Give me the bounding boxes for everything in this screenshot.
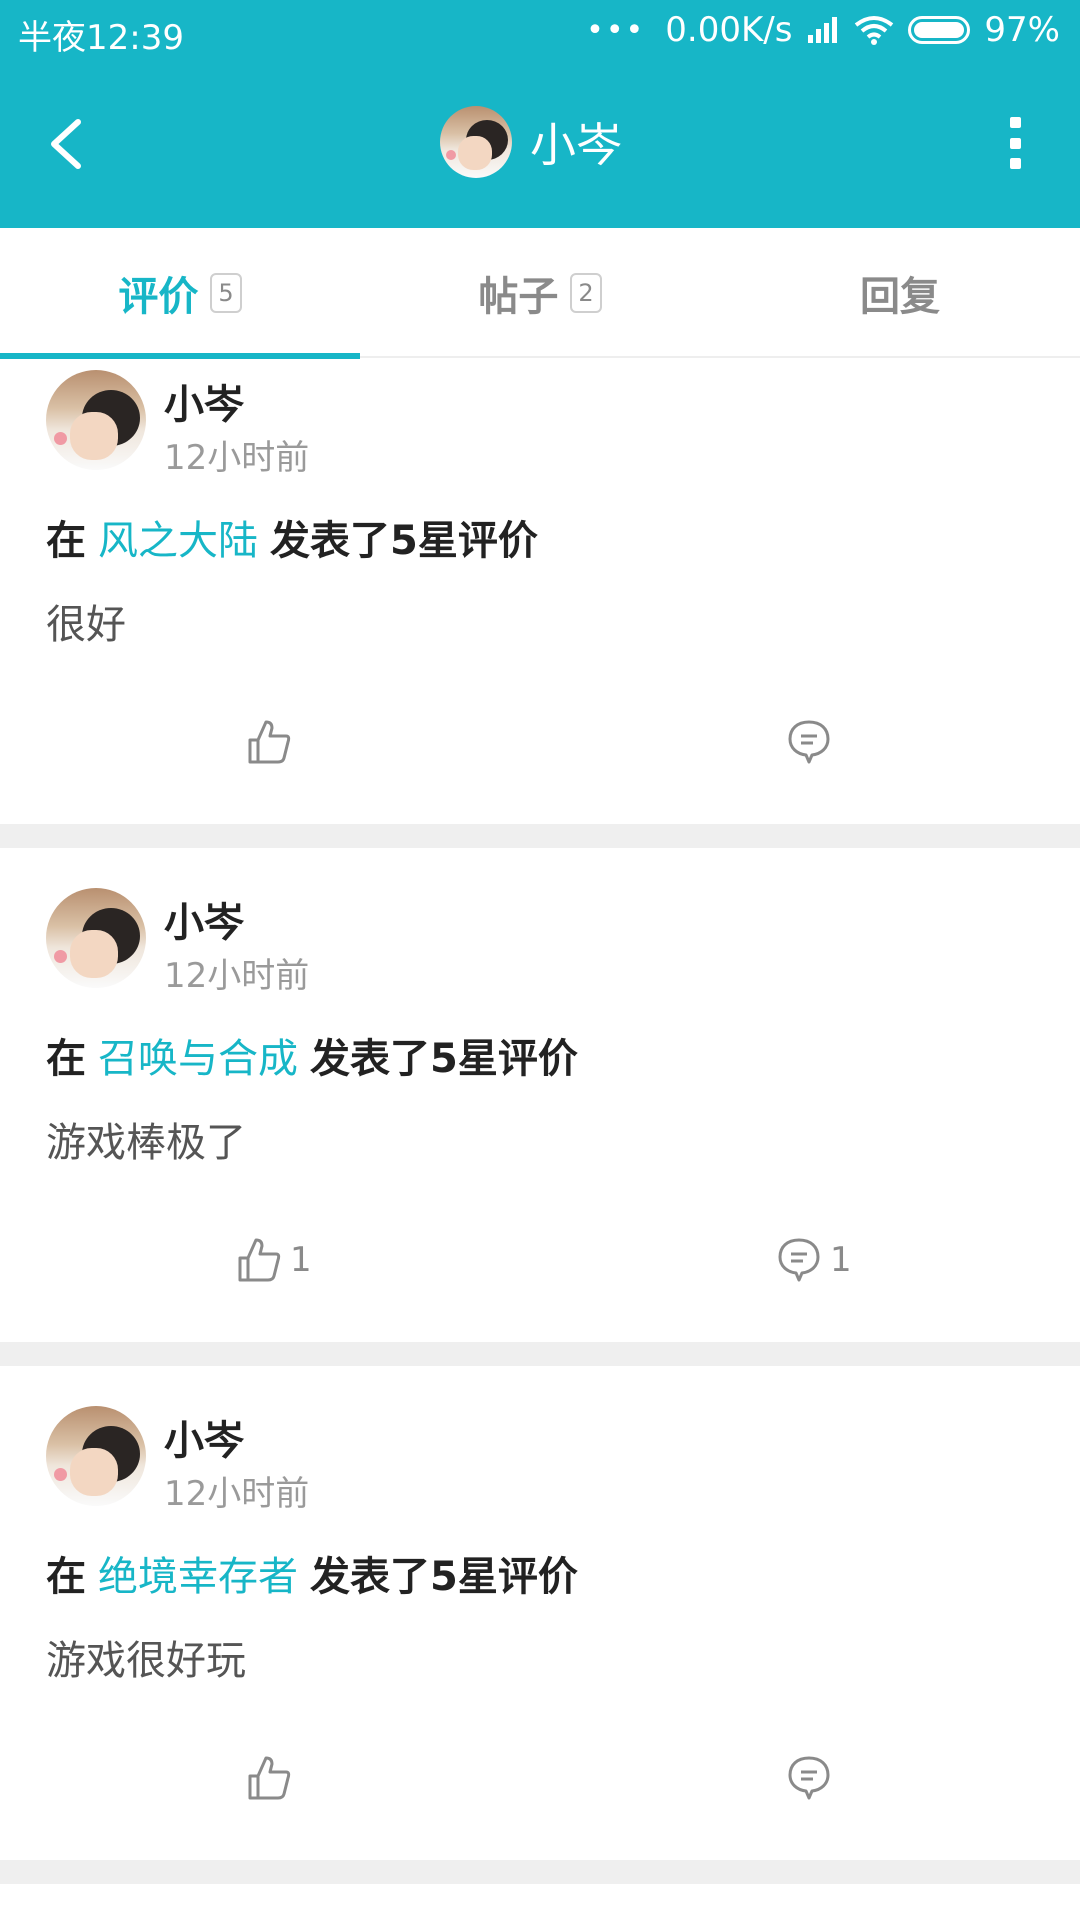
game-link[interactable]: 召唤与合成 [98,1036,298,1082]
battery-level: 97% [984,10,1060,50]
thumbs-up-icon [238,1238,281,1282]
comment-icon [778,1238,820,1282]
active-tab-indicator [0,353,360,359]
card-divider [0,1860,1080,1884]
review-user-name[interactable]: 小岑 [164,890,244,948]
tab-posts[interactable]: 帖子 2 [360,228,720,358]
thumbs-up-icon [248,1756,291,1800]
game-link[interactable]: 风之大陆 [98,518,258,564]
tab-label: 评价 [118,274,199,320]
review-prefix: 在 [46,518,86,564]
review-body: 游戏棒极了 [46,1120,246,1166]
card-divider [0,1342,1080,1366]
review-prefix: 在 [46,1554,86,1600]
more-vertical-icon[interactable] [1000,117,1030,169]
tab-bar: 评价 5 帖子 2 回复 [0,228,1080,358]
signal-icon [808,17,838,43]
comment-button[interactable]: 1 [776,1236,852,1284]
review-time: 12小时前 [164,438,310,478]
tab-label: 帖子 [478,274,559,320]
avatar[interactable] [46,1406,146,1506]
review-user-name[interactable]: 小岑 [164,1408,244,1466]
comment-icon [788,1756,830,1800]
review-card: 小岑 12小时前 在召唤与合成 发表了5星评价 游戏棒极了 1 1 [0,848,1080,1342]
tab-replies[interactable]: 回复 [720,228,1080,358]
thumbs-up-icon [248,720,291,764]
review-user-name[interactable]: 小岑 [164,372,244,430]
review-title: 在绝境幸存者 发表了5星评价 [46,1544,578,1602]
status-bar: 半夜12:39 ••• 0.00K/s 97% [0,0,1080,62]
battery-icon [908,16,971,44]
review-suffix: 发表了5星评价 [310,1036,578,1082]
more-notifications-icon: ••• [586,12,646,48]
review-body: 很好 [46,602,126,648]
review-suffix: 发表了5星评价 [270,518,538,564]
comment-icon [788,720,830,764]
like-button[interactable] [246,718,300,766]
avatar[interactable] [46,370,146,470]
status-icons: ••• 0.00K/s 97% [586,10,1060,50]
review-card: 小岑 12小时前 在风之大陆 发表了5星评价 很好 [0,360,1080,824]
wifi-icon [855,16,894,45]
nav-user: 小岑 [440,106,622,178]
app-header: 半夜12:39 ••• 0.00K/s 97% 小岑 [0,0,1080,228]
like-button[interactable] [246,1754,300,1802]
avatar[interactable] [46,888,146,988]
tab-reviews[interactable]: 评价 5 [0,228,360,358]
like-count: 1 [290,1240,312,1280]
avatar[interactable] [440,106,512,178]
like-button[interactable]: 1 [236,1236,312,1284]
review-feed: 小岑 12小时前 在风之大陆 发表了5星评价 很好 小岑 12小时前 在 召唤与… [0,360,1080,1884]
network-speed: 0.00K/s [665,10,793,50]
review-card: 小岑 12小时前 在绝境幸存者 发表了5星评价 游戏很好玩 [0,1366,1080,1860]
review-body: 游戏很好玩 [46,1638,246,1684]
comment-button[interactable] [786,1754,840,1802]
tab-label: 回复 [860,274,940,320]
chevron-left-icon[interactable] [40,114,100,174]
tab-count-badge: 2 [570,273,602,313]
review-time: 12小时前 [164,1474,310,1514]
game-link[interactable]: 绝境幸存者 [98,1554,298,1600]
review-title: 在风之大陆 发表了5星评价 [46,508,538,566]
review-prefix: 在 [46,1036,86,1082]
review-time: 12小时前 [164,956,310,996]
comment-count: 1 [830,1240,852,1280]
status-time: 半夜12:39 [18,18,184,58]
page-title: 小岑 [530,118,622,172]
tab-count-badge: 5 [210,273,242,313]
review-suffix: 发表了5星评价 [310,1554,578,1600]
review-title: 在召唤与合成 发表了5星评价 [46,1026,578,1084]
nav-bar: 小岑 [0,62,1080,228]
card-divider [0,824,1080,848]
comment-button[interactable] [786,718,840,766]
